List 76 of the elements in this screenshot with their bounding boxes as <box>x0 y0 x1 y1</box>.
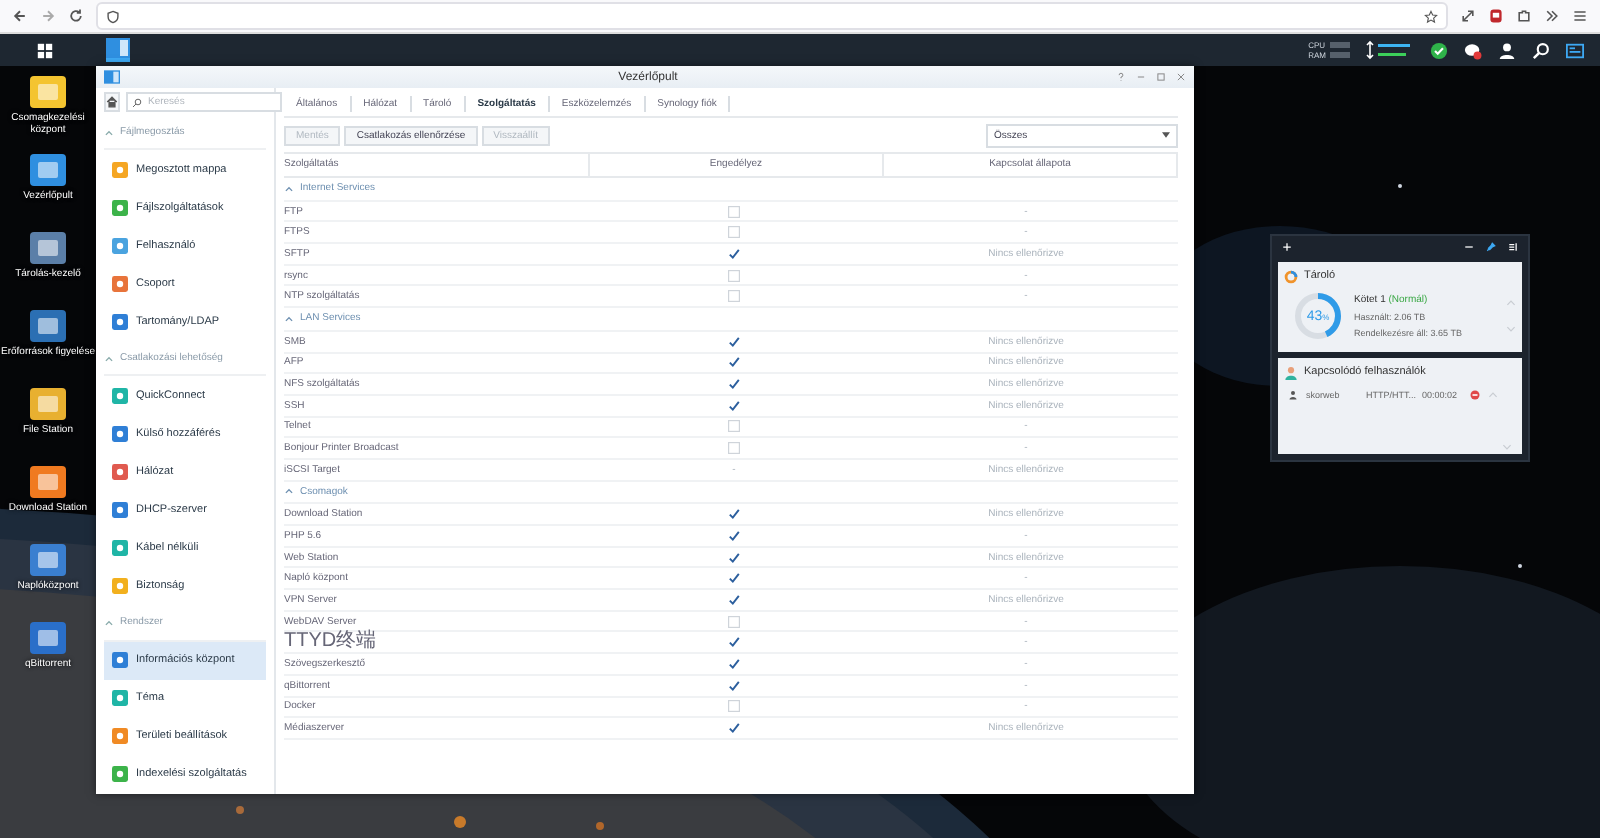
search-icon <box>132 97 142 108</box>
address-field[interactable] <box>96 2 1448 30</box>
caret-icon <box>1162 132 1170 138</box>
tile-icon <box>112 161 128 178</box>
check-icon[interactable] <box>1430 41 1448 59</box>
shield-icon <box>106 9 120 23</box>
menu-icon[interactable] <box>1572 8 1588 24</box>
checkbox[interactable] <box>728 551 740 564</box>
reload-icon[interactable] <box>68 8 84 24</box>
checkbox[interactable] <box>728 722 740 735</box>
search-icon[interactable] <box>1532 41 1550 59</box>
widget-icon[interactable] <box>1566 41 1584 59</box>
collapse-panel-icon[interactable] <box>1508 241 1518 251</box>
checkbox[interactable] <box>728 399 740 412</box>
tile-icon <box>112 728 128 745</box>
home-button[interactable] <box>104 91 120 112</box>
tile-icon <box>112 540 128 557</box>
chat-icon[interactable] <box>1464 41 1482 59</box>
app-icon[interactable] <box>28 386 68 422</box>
checkbox[interactable] <box>728 356 740 369</box>
checkbox[interactable] <box>728 247 740 260</box>
app-icon[interactable] <box>28 464 68 500</box>
minimize-icon[interactable] <box>1464 241 1474 251</box>
checkbox[interactable] <box>728 378 740 391</box>
collapse-icon <box>284 183 294 194</box>
add-icon[interactable] <box>1282 241 1292 251</box>
app-icon[interactable] <box>28 230 68 266</box>
app-icon[interactable] <box>28 74 68 110</box>
tile-icon <box>112 426 128 443</box>
window-icon[interactable] <box>106 38 130 62</box>
close-icon[interactable] <box>1176 72 1186 82</box>
checkbox[interactable] <box>728 335 740 348</box>
checkbox[interactable] <box>728 572 740 585</box>
back-icon[interactable] <box>12 8 28 24</box>
expand-icon[interactable] <box>1460 8 1476 24</box>
window-icon <box>104 70 120 84</box>
overflow-icon[interactable] <box>1544 8 1560 24</box>
apps-icon[interactable] <box>36 41 54 59</box>
tile-icon <box>112 276 128 293</box>
app-icon[interactable] <box>28 152 68 188</box>
checkbox[interactable] <box>728 679 740 692</box>
home-icon <box>106 95 118 108</box>
person-icon <box>1284 365 1298 379</box>
tile-icon <box>112 690 128 707</box>
collapse-icon <box>284 486 294 497</box>
collapse-icon <box>104 127 114 138</box>
checkbox[interactable] <box>728 593 740 606</box>
user-icon <box>1288 390 1298 400</box>
tile-icon <box>112 464 128 481</box>
app-icon[interactable] <box>28 620 68 656</box>
tile-icon <box>112 652 128 669</box>
star-icon[interactable] <box>1424 9 1438 23</box>
user-icon[interactable] <box>1498 41 1516 59</box>
collapse-icon <box>104 353 114 364</box>
tile-icon <box>112 388 128 404</box>
extension-icon[interactable] <box>1488 8 1504 24</box>
help-icon[interactable] <box>1116 72 1126 82</box>
disconnect-icon[interactable] <box>1470 390 1480 400</box>
tile-icon <box>112 578 128 595</box>
collapse-icon <box>104 617 114 628</box>
checkbox[interactable] <box>728 508 740 521</box>
ring-icon <box>1284 269 1298 283</box>
app-icon[interactable] <box>28 308 68 344</box>
transfer-icon <box>1366 40 1414 60</box>
tile-icon <box>112 238 128 255</box>
checkbox[interactable] <box>728 636 740 649</box>
checkbox[interactable] <box>728 529 740 542</box>
tile-icon <box>112 199 128 216</box>
tile-icon <box>112 314 128 331</box>
pin-icon[interactable] <box>1486 241 1496 251</box>
tile-icon <box>112 766 128 783</box>
app-icon[interactable] <box>28 542 68 578</box>
collapse-icon <box>284 313 294 324</box>
service-name: TTYD终端 <box>284 632 379 653</box>
checkbox[interactable] <box>728 657 740 670</box>
tile-icon <box>112 502 128 519</box>
